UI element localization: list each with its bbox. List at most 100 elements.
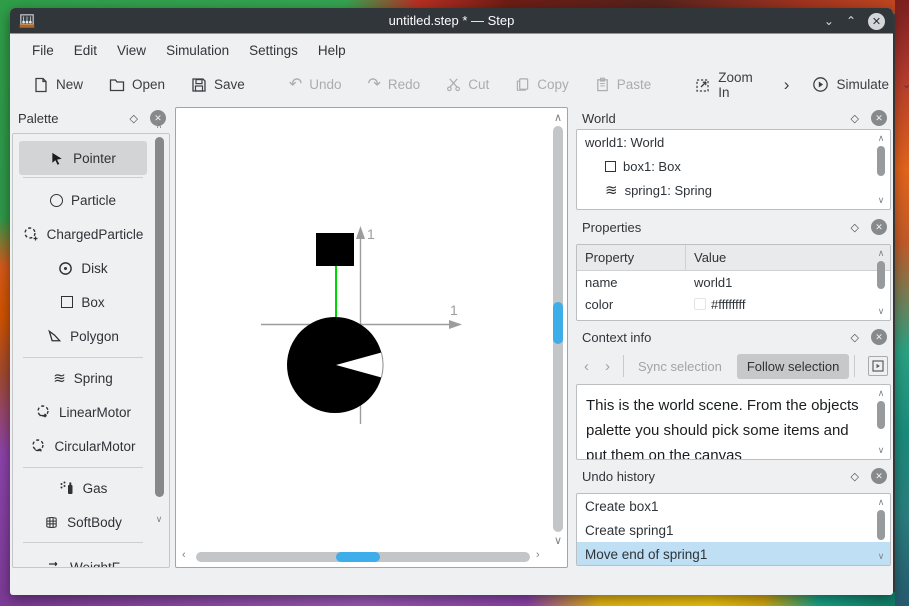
scroll-down-icon[interactable]: ∨ [150,515,168,524]
undo-item[interactable]: Create spring1 [577,518,890,542]
world-panel: World ◇ ✕ world1: World box1: Box ≋ spri… [576,107,891,212]
undo-item[interactable]: Create box1 [577,494,890,518]
column-value[interactable]: Value [685,245,890,271]
disk-object[interactable] [287,317,384,413]
palette-item-gas[interactable]: Gas [19,471,147,505]
minimize-icon[interactable]: ⌄ [824,15,834,27]
context-text-area[interactable]: This is the world scene. From the object… [576,384,891,460]
palette-scrollbar[interactable]: ∧ ∨ [150,107,168,542]
close-panel-icon[interactable]: ✕ [871,329,887,345]
menubar: File Edit View Simulation Settings Help [10,35,893,66]
property-row-time[interactable]: time 0.0 [577,315,890,321]
menu-view[interactable]: View [107,38,156,63]
scroll-up-icon[interactable]: ∧ [150,121,168,130]
scroll-left-icon[interactable]: ‹ [182,549,186,561]
scrollbar-thumb[interactable] [877,510,885,540]
canvas-hscrollbar[interactable]: ‹ › [178,548,550,565]
context-scrollbar[interactable]: ∧ ∨ [874,387,888,457]
save-button[interactable]: Save [182,72,254,98]
scrollbar-thumb[interactable] [877,261,885,289]
follow-selection-button[interactable]: Follow selection [736,353,850,379]
tree-item-spring1[interactable]: ≋ spring1: Spring [577,178,890,202]
undo-item-selected[interactable]: Move end of spring1 [577,542,890,565]
main-toolbar: New Open Save ↶ Undo ↷ Redo Cut Copy Pas… [10,65,909,105]
undo-scrollbar[interactable]: ∧ ∨ [874,496,888,563]
palette-item-weightforce[interactable]: WeightF [19,550,147,567]
world-canvas[interactable]: 1 1 ∧ ∨ ‹ › [175,107,568,568]
world-scrollbar[interactable]: ∧ ∨ [874,132,888,207]
y-axis-tick-label: 1 [367,226,375,242]
tree-item-world1[interactable]: world1: World [577,130,890,154]
context-info-panel: Context info ◇ ✕ ‹ › Sync selection Foll… [576,326,891,462]
scrollbar-thumb[interactable] [155,137,164,497]
scroll-down-icon[interactable]: ∨ [874,446,888,455]
palette-divider [23,467,143,468]
scroll-down-icon[interactable]: ∨ [874,307,888,316]
redo-button[interactable]: ↷ Redo [359,72,430,98]
cut-scissors-icon [446,77,461,92]
palette-item-linearmotor[interactable]: LinearMotor [19,395,147,429]
scroll-up-icon[interactable]: ∧ [874,389,888,398]
forward-icon[interactable]: › [597,358,618,375]
palette-item-disk[interactable]: Disk [19,251,147,285]
column-property[interactable]: Property [577,250,685,265]
palette-item-pointer[interactable]: Pointer [19,141,147,175]
scroll-up-icon[interactable]: ∧ [874,249,888,258]
palette-item-softbody[interactable]: SoftBody [19,505,147,539]
palette-item-spring[interactable]: ≋ Spring [19,361,147,395]
gas-icon [59,480,75,496]
property-row-color[interactable]: color #ffffffff [577,293,890,315]
tree-item-box1[interactable]: box1: Box [577,154,890,178]
undo-button[interactable]: ↶ Undo [280,72,351,98]
palette-item-box[interactable]: Box [19,285,147,319]
float-panel-icon[interactable]: ◇ [851,470,859,483]
palette-item-particle[interactable]: Particle [19,183,147,217]
simulate-dropdown-chevron[interactable]: ⌄ [902,78,909,91]
scrollbar-thumb[interactable] [877,146,885,176]
canvas-vscrollbar[interactable]: ∧ ∨ [550,110,566,548]
palette-item-circularmotor[interactable]: CircularMotor [19,429,147,463]
properties-scrollbar[interactable]: ∧ ∨ [874,247,888,318]
box1-object[interactable] [316,233,354,266]
toolbar-overflow-chevron[interactable]: › [770,75,804,95]
close-panel-icon[interactable]: ✕ [871,110,887,126]
zoom-in-button[interactable]: Zoom In [686,65,762,105]
back-icon[interactable]: ‹ [576,358,597,375]
close-panel-icon[interactable]: ✕ [871,468,887,484]
close-icon[interactable]: ✕ [868,12,885,30]
menu-edit[interactable]: Edit [64,38,107,63]
property-row-name[interactable]: name world1 [577,271,890,293]
maximize-icon[interactable]: ⌃ [846,15,856,27]
simulate-button[interactable]: Simulate ⌄ [803,71,909,98]
open-in-window-button[interactable] [868,356,889,376]
float-panel-icon[interactable]: ◇ [851,112,859,125]
palette-item-polygon[interactable]: Polygon [19,319,147,353]
menu-file[interactable]: File [22,38,64,63]
scrollbar-thumb[interactable] [336,552,380,562]
scroll-down-icon[interactable]: ∨ [554,534,562,547]
close-panel-icon[interactable]: ✕ [871,219,887,235]
menu-settings[interactable]: Settings [239,38,308,63]
copy-button[interactable]: Copy [506,72,578,97]
scroll-up-icon[interactable]: ∧ [874,498,888,507]
float-panel-icon[interactable]: ◇ [130,112,138,125]
scrollbar-thumb[interactable] [553,302,563,344]
float-panel-icon[interactable]: ◇ [851,331,859,344]
scroll-right-icon[interactable]: › [536,549,540,561]
new-button[interactable]: New [24,72,92,98]
context-toolbar: ‹ › Sync selection Follow selection [576,350,891,382]
palette-item-chargedparticle[interactable]: ChargedParticle [19,217,147,251]
titlebar[interactable]: untitled.step * — Step ⌄ ⌃ ✕ [10,8,893,34]
scroll-down-icon[interactable]: ∨ [874,552,888,561]
cut-button[interactable]: Cut [437,72,498,97]
open-button[interactable]: Open [100,72,174,98]
scroll-down-icon[interactable]: ∨ [874,196,888,205]
menu-help[interactable]: Help [308,38,356,63]
paste-button[interactable]: Paste [586,72,661,97]
menu-simulation[interactable]: Simulation [156,38,239,63]
scroll-up-icon[interactable]: ∧ [874,134,888,143]
sync-selection-button[interactable]: Sync selection [629,359,731,374]
float-panel-icon[interactable]: ◇ [851,221,859,234]
scroll-up-icon[interactable]: ∧ [554,111,562,124]
scrollbar-thumb[interactable] [877,401,885,429]
